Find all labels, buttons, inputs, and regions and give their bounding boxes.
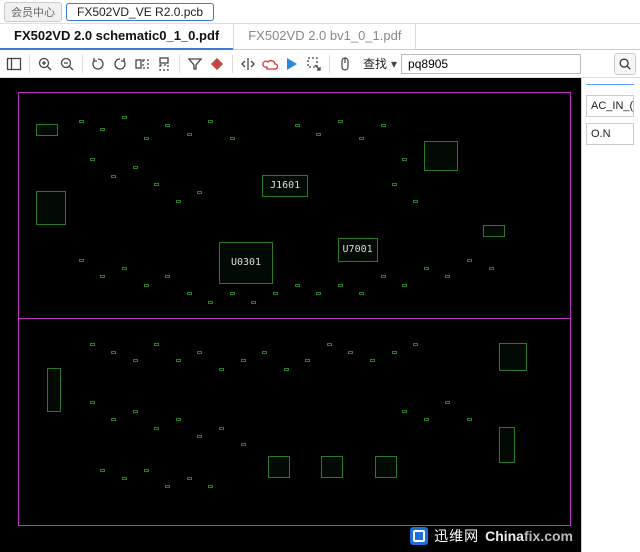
component: [36, 124, 58, 136]
component: [36, 191, 66, 225]
zoom-in-icon[interactable]: [35, 54, 55, 74]
separator: [232, 55, 233, 73]
search-button[interactable]: [614, 53, 636, 75]
select-icon[interactable]: [304, 54, 324, 74]
member-center-link[interactable]: 会员中心: [4, 2, 62, 22]
watermark-logo-icon: [410, 527, 428, 545]
zoom-out-icon[interactable]: [57, 54, 77, 74]
cloud-icon[interactable]: [260, 54, 280, 74]
net-name-cell[interactable]: AC_IN_(: [586, 95, 634, 117]
watermark: 迅维网 Chinafix.com: [410, 526, 573, 546]
flip-horizontal-icon[interactable]: [132, 54, 152, 74]
component: [499, 427, 515, 463]
search-input[interactable]: [401, 54, 581, 74]
document-tab-strip: FX502VD 2.0 schematic0_1_0.pdf FX502VD 2…: [0, 24, 640, 50]
board-outline: U0301 J1601 U7001: [18, 92, 571, 526]
component-j1601[interactable]: J1601: [262, 175, 308, 197]
pcb-layer: U0301 J1601 U7001: [25, 99, 564, 519]
doc-tab-schematic[interactable]: FX502VD 2.0 schematic0_1_0.pdf: [0, 24, 234, 49]
rotate-cw-icon[interactable]: [110, 54, 130, 74]
flip-vertical-icon[interactable]: [154, 54, 174, 74]
status-cell[interactable]: O.N: [586, 123, 634, 145]
toolbar: 查找 ▾: [0, 50, 640, 78]
mouse-icon[interactable]: [335, 54, 355, 74]
pcb-viewer[interactable]: U0301 J1601 U7001: [0, 78, 582, 552]
component-u7001[interactable]: U7001: [338, 238, 378, 262]
file-tab-active[interactable]: FX502VD_VE R2.0.pcb: [66, 3, 214, 21]
component-u0301[interactable]: U0301: [219, 242, 273, 284]
component: [47, 368, 61, 412]
component: [424, 141, 458, 171]
search-label: 查找: [363, 55, 387, 72]
side-panel: AC_IN_( O.N: [582, 78, 640, 552]
component: [375, 456, 397, 478]
separator: [329, 55, 330, 73]
doc-tab-boardview[interactable]: FX502VD 2.0 bv1_0_1.pdf: [234, 24, 416, 49]
component: [268, 456, 290, 478]
sidebar-toggle-icon[interactable]: [4, 54, 24, 74]
next-icon[interactable]: [282, 54, 302, 74]
separator: [179, 55, 180, 73]
main-area: U0301 J1601 U7001: [0, 78, 640, 552]
dropdown-arrow-icon[interactable]: ▾: [391, 57, 397, 71]
component: [483, 225, 505, 237]
separator: [29, 55, 30, 73]
separator: [82, 55, 83, 73]
rotate-ccw-icon[interactable]: [88, 54, 108, 74]
watermark-cn: 迅维网: [434, 526, 479, 546]
component: [321, 456, 343, 478]
window-tab-strip: 会员中心 FX502VD_VE R2.0.pcb: [0, 0, 640, 24]
mirror-icon[interactable]: [238, 54, 258, 74]
diamond-icon[interactable]: [207, 54, 227, 74]
side-panel-divider: [586, 84, 634, 85]
watermark-en: Chinafix.com: [485, 528, 573, 544]
component: [499, 343, 527, 371]
filter-icon[interactable]: [185, 54, 205, 74]
